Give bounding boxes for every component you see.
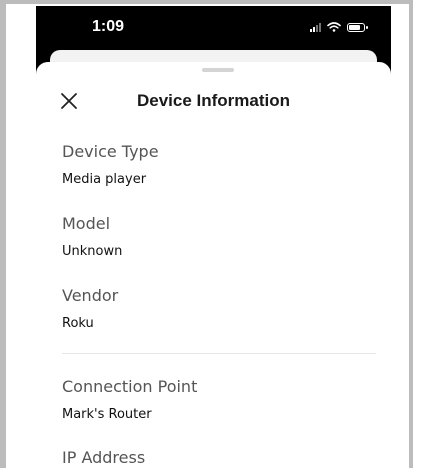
field-value-model: Unknown [62,244,123,259]
field-label-ip-address: IP Address [62,448,146,467]
field-value-connection-point: Mark's Router [62,407,152,422]
field-label-vendor: Vendor [62,286,119,305]
frame-border-right [409,0,421,468]
frame-border-left [0,0,6,468]
device-information-sheet: Device Information Device Type Media pla… [36,62,391,468]
field-value-device-type: Media player [62,172,147,187]
wifi-icon [327,22,341,32]
frame-border-top [0,0,421,4]
screenshot-frame: 1:09 Device Information Device Type Medi… [0,0,421,468]
field-label-connection-point: Connection Point [62,377,198,396]
page-title: Device Information [136,91,291,110]
signal-bars-icon [310,22,321,32]
sheet-grabber-handle[interactable] [202,68,234,72]
status-icons [310,22,368,32]
battery-icon [347,22,368,32]
section-divider [62,353,376,354]
field-label-model: Model [62,214,111,233]
field-value-vendor: Roku [62,316,94,331]
status-time: 1:09 [92,18,125,35]
field-label-device-type: Device Type [62,142,159,161]
